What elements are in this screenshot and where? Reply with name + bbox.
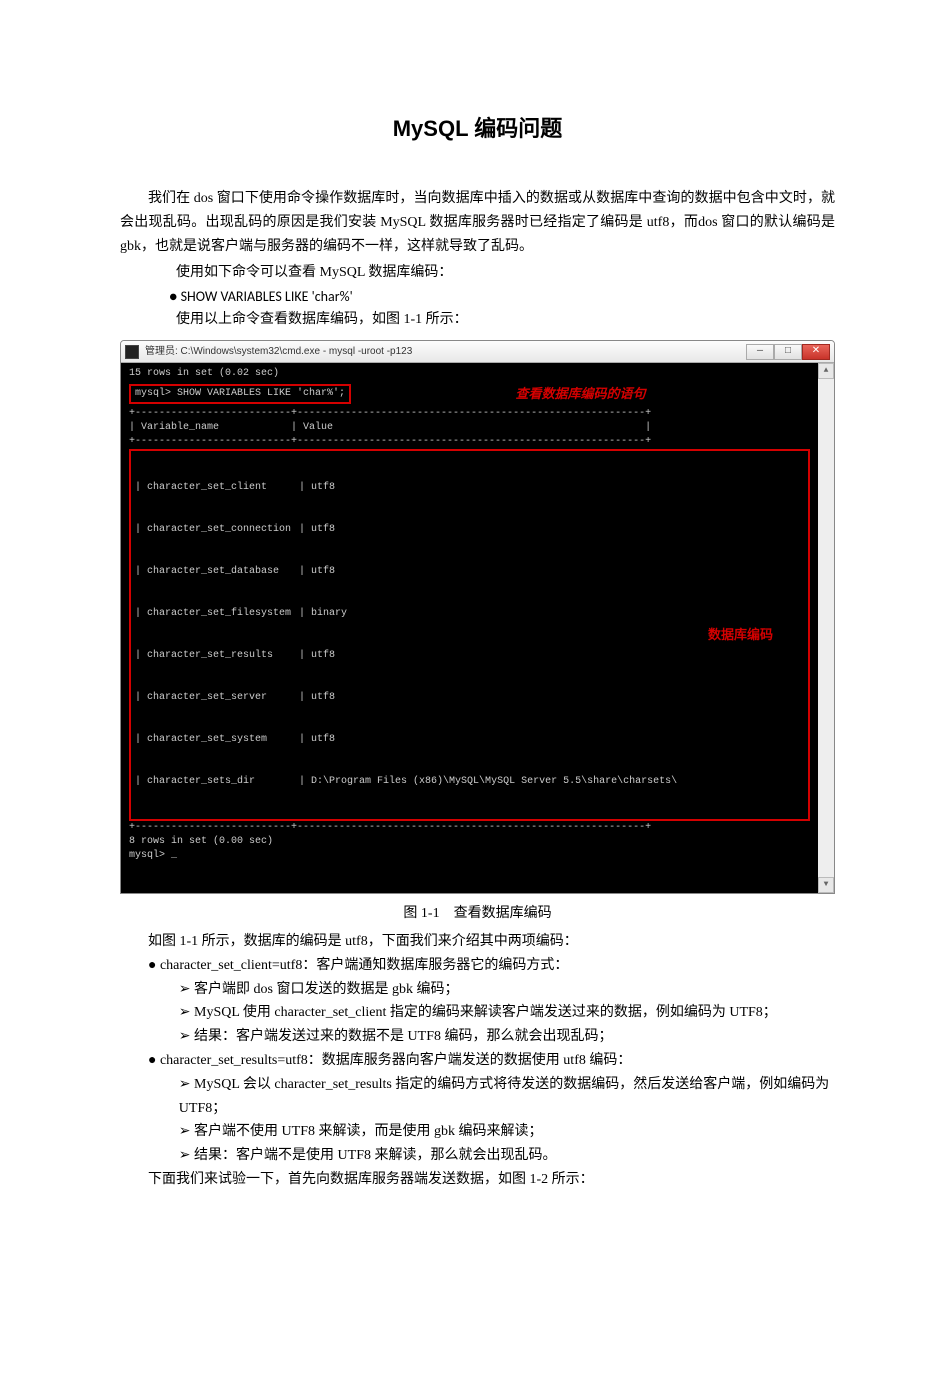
- arrow-results-3: 结果：客户端不是使用 UTF8 来解读，那么就会出现乱码。: [179, 1144, 835, 1168]
- cmd-window: 管理员: C:\Windows\system32\cmd.exe - mysql…: [120, 340, 835, 894]
- page-title: MySQL 编码问题: [120, 110, 835, 147]
- window-titlebar: 管理员: C:\Windows\system32\cmd.exe - mysql…: [121, 341, 834, 363]
- var-row: | character_set_system: [135, 733, 291, 747]
- data-annotation: 数据库编码: [708, 624, 773, 646]
- val-row: | D:\Program Files (x86)\MySQL\MySQL Ser…: [299, 775, 677, 789]
- maximize-button[interactable]: □: [774, 344, 802, 360]
- variable-values-col: | utf8 | utf8 | utf8 | binary | utf8 | u…: [299, 453, 677, 817]
- cmd-icon: [125, 345, 139, 359]
- val-row: | utf8: [299, 565, 677, 579]
- minimize-button[interactable]: —: [746, 344, 774, 360]
- term-rows-line: 15 rows in set (0.02 sec): [129, 367, 810, 381]
- table-sep-3: +--------------------------+------------…: [129, 821, 810, 835]
- arrow-results-1: MySQL 会以 character_set_results 指定的编码方式将待…: [179, 1073, 835, 1121]
- val-row: | utf8: [299, 481, 677, 495]
- val-row: | binary: [299, 607, 677, 621]
- var-row: | character_set_results: [135, 649, 291, 663]
- encoding-data-box: | character_set_client | character_set_c…: [129, 449, 810, 821]
- table-sep-2: +--------------------------+------------…: [129, 435, 810, 449]
- bullet-client: character_set_client=utf8：客户端通知数据库服务器它的编…: [148, 954, 835, 978]
- figure-1-1-caption: 图 1-1 查看数据库编码: [120, 902, 835, 926]
- val-row: | utf8: [299, 649, 677, 663]
- arrow-client-1: 客户端即 dos 窗口发送的数据是 gbk 编码；: [179, 978, 835, 1002]
- show-variables-command: SHOW VARIABLES LIKE 'char%': [169, 285, 835, 309]
- terminal-body: ▲ ▼ 15 rows in set (0.02 sec) mysql> SHO…: [121, 363, 834, 893]
- val-row: | utf8: [299, 523, 677, 537]
- table-sep-1: +--------------------------+------------…: [129, 407, 810, 421]
- table-header: | Variable_name | Value |: [129, 421, 810, 435]
- var-row: | character_set_connection: [135, 523, 291, 537]
- arrow-client-3: 结果：客户端发送过来的数据不是 UTF8 编码，那么就会出现乱码；: [179, 1025, 835, 1049]
- query-box: mysql> SHOW VARIABLES LIKE 'char%';: [129, 384, 351, 404]
- val-row: | utf8: [299, 691, 677, 705]
- mysql-prompt: mysql> _: [129, 849, 810, 863]
- query-annotation: 查看数据库编码的语句: [516, 386, 646, 401]
- var-row: | character_set_filesystem: [135, 607, 291, 621]
- query-row: mysql> SHOW VARIABLES LIKE 'char%'; 查看数据…: [129, 383, 810, 405]
- cmd-intro: 使用如下命令可以查看 MySQL 数据库编码：: [148, 261, 835, 285]
- val-row: | utf8: [299, 733, 677, 747]
- arrow-client-2: MySQL 使用 character_set_client 指定的编码来解读客户…: [179, 1001, 835, 1025]
- arrow-results-2: 客户端不使用 UTF8 来解读，而是使用 gbk 编码来解读；: [179, 1120, 835, 1144]
- var-row: | character_sets_dir: [135, 775, 291, 789]
- window-buttons: — □ ✕: [746, 344, 830, 360]
- experiment-para: 下面我们来试验一下，首先向数据库服务器端发送数据，如图 1-2 所示：: [148, 1168, 835, 1192]
- var-row: | character_set_client: [135, 481, 291, 495]
- window-title: 管理员: C:\Windows\system32\cmd.exe - mysql…: [145, 343, 746, 360]
- variable-names-col: | character_set_client | character_set_c…: [135, 453, 291, 817]
- bullet-results: character_set_results=utf8：数据库服务器向客户端发送的…: [148, 1049, 835, 1073]
- var-row: | character_set_server: [135, 691, 291, 705]
- var-row: | character_set_database: [135, 565, 291, 579]
- scroll-down[interactable]: ▼: [818, 877, 834, 893]
- term-footer-rows: 8 rows in set (0.00 sec): [129, 835, 810, 849]
- close-button[interactable]: ✕: [802, 344, 830, 360]
- see-figure-text: 使用以上命令查看数据库编码，如图 1-1 所示：: [148, 308, 835, 332]
- intro-paragraph: 我们在 dos 窗口下使用命令操作数据库时，当向数据库中插入的数据或从数据库中查…: [120, 187, 835, 258]
- scroll-up[interactable]: ▲: [818, 363, 834, 379]
- after-figure-para: 如图 1-1 所示，数据库的编码是 utf8，下面我们来介绍其中两项编码：: [148, 930, 835, 954]
